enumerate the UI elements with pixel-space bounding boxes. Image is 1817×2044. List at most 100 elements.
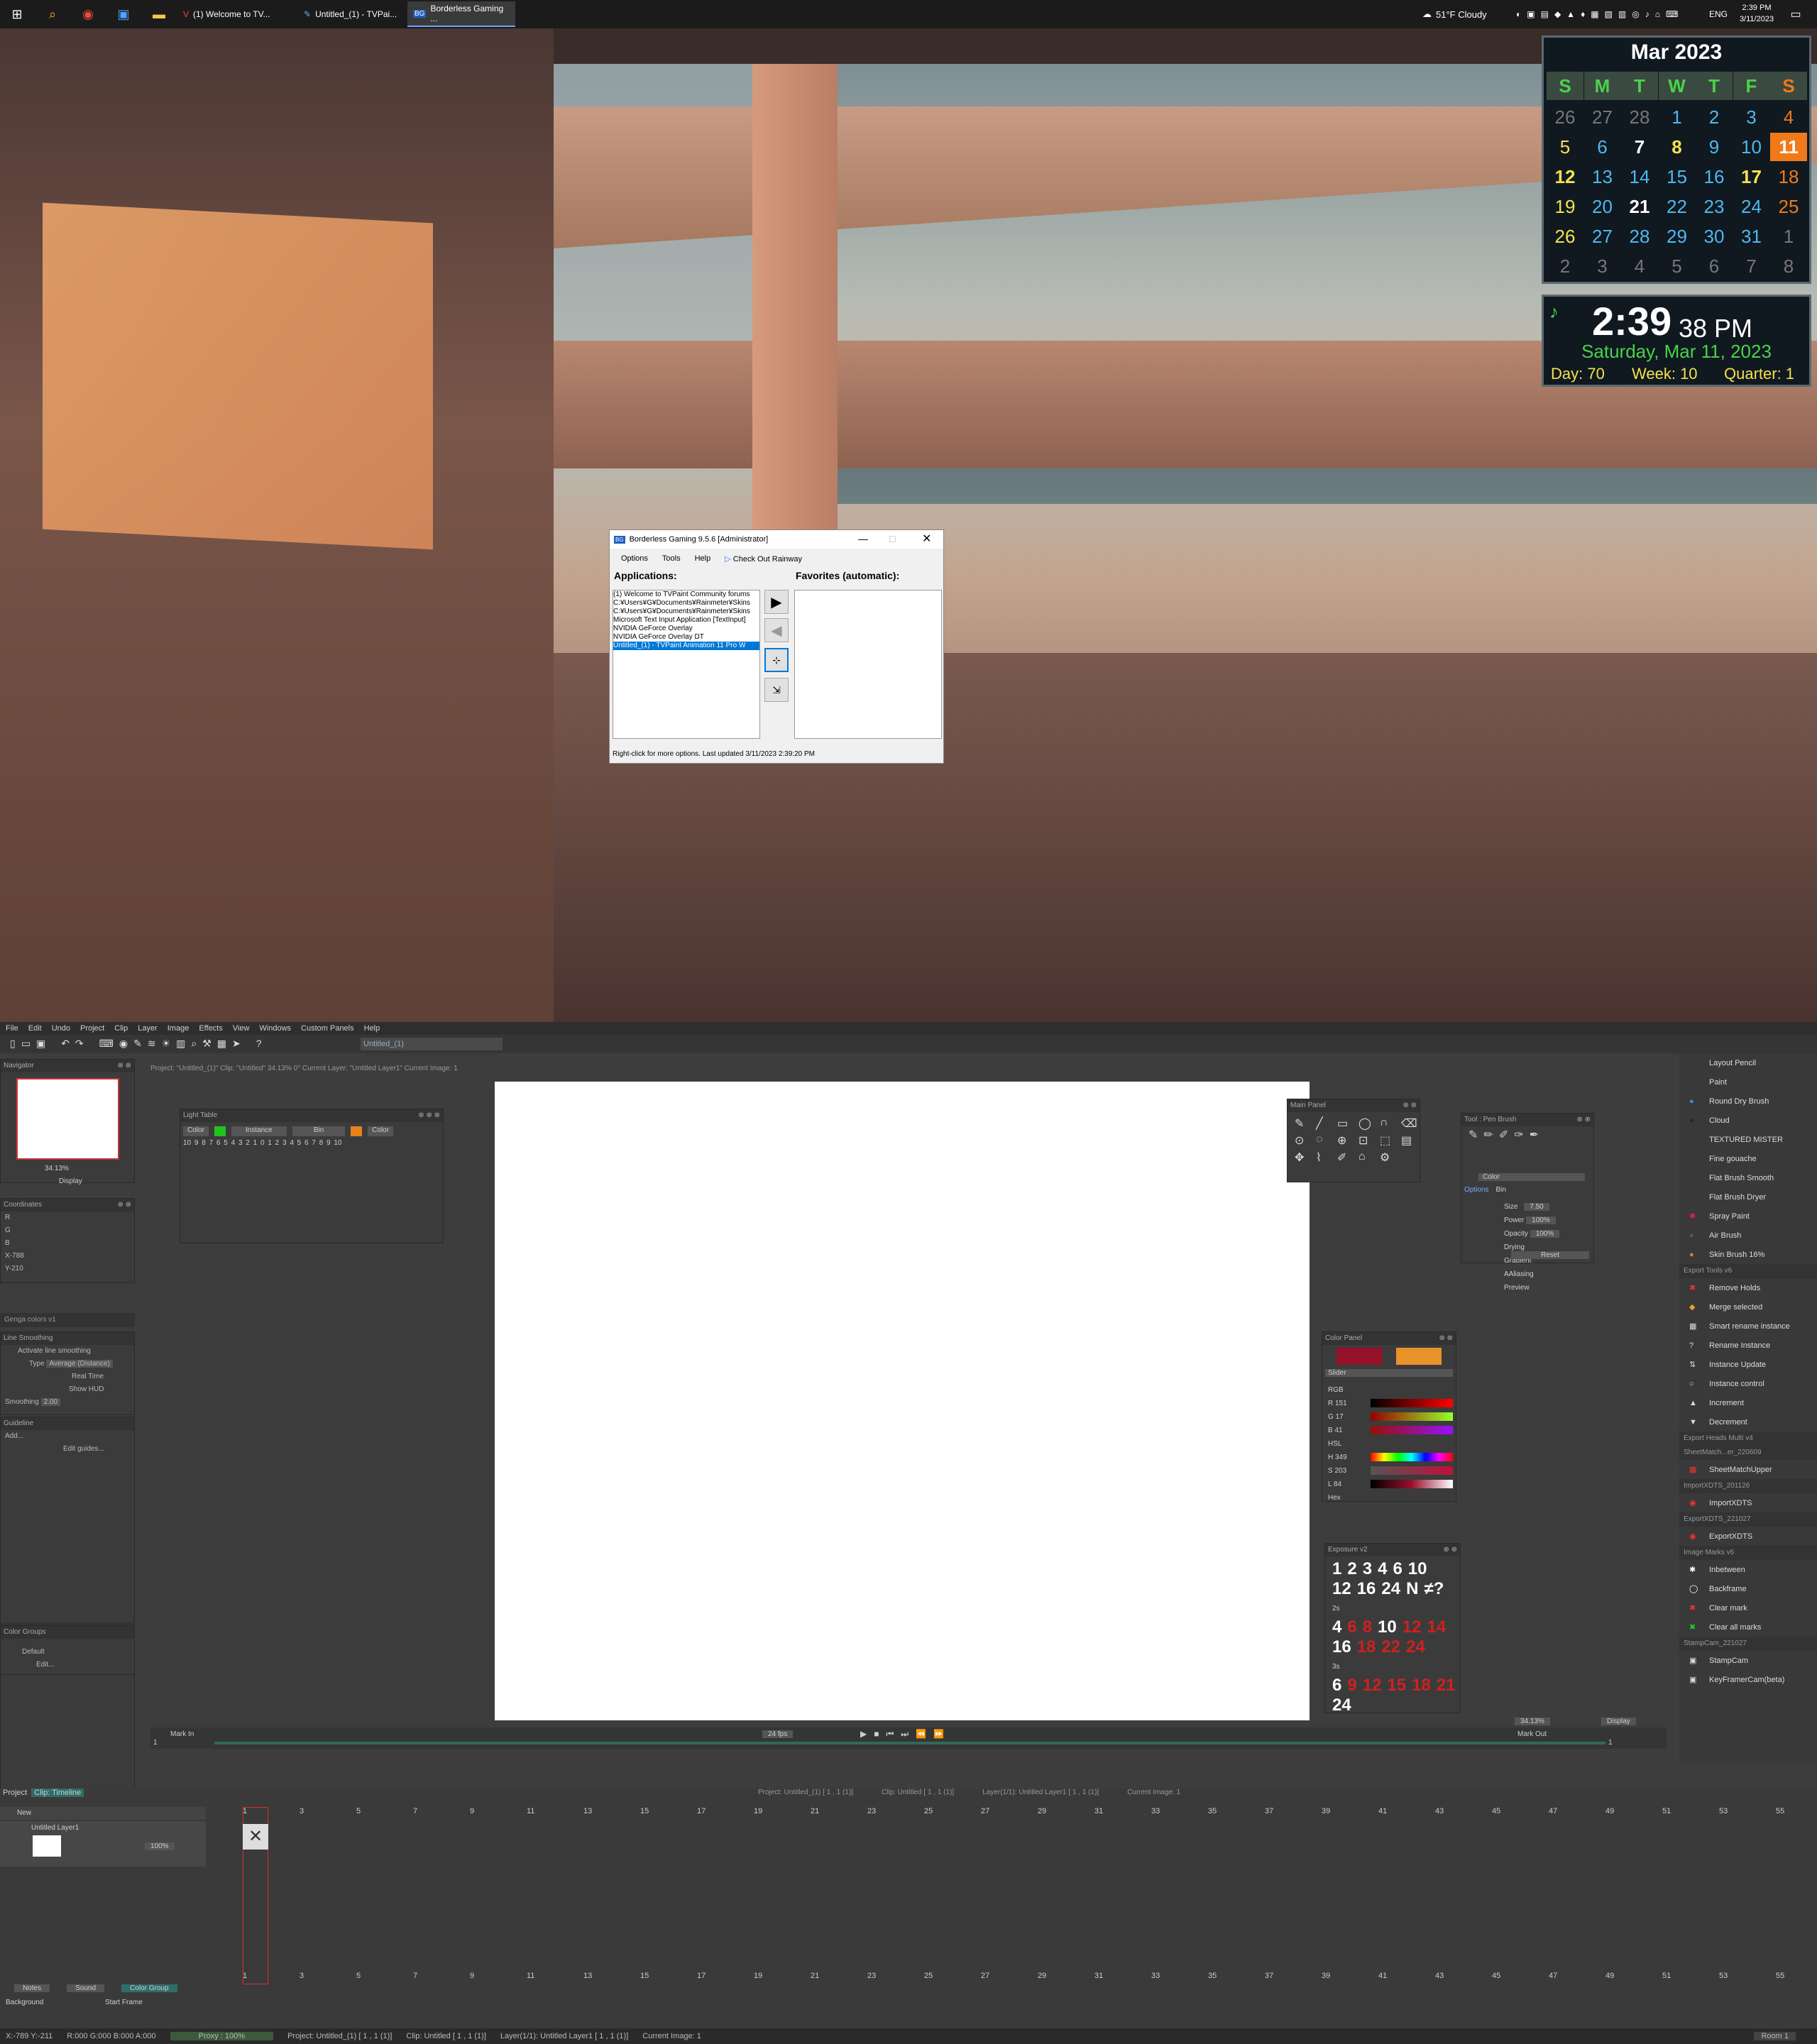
exposure-button[interactable]: 8 <box>1363 1617 1372 1637</box>
tools-icon[interactable]: ⚒ <box>202 1038 212 1050</box>
exposure-button[interactable]: 10 <box>1408 1559 1427 1579</box>
exposure-button[interactable]: 14 <box>1427 1617 1446 1637</box>
brush-preset[interactable]: ● Round Dry Brush <box>1679 1092 1817 1111</box>
frame-number[interactable]: 33 <box>1151 1807 1160 1815</box>
b-value[interactable]: 41 <box>1334 1427 1342 1434</box>
tab-bin[interactable]: Bin <box>1495 1186 1505 1194</box>
lt-bin-dropdown[interactable]: Bin <box>292 1126 346 1136</box>
search-icon[interactable]: ⌕ <box>43 4 62 24</box>
close-icon[interactable]: ✕ <box>922 532 931 546</box>
calendar-day[interactable]: 9 <box>1696 133 1733 161</box>
menu-help[interactable]: Help <box>364 1024 380 1033</box>
calendar-day[interactable]: 21 <box>1621 192 1658 221</box>
exposure-button[interactable]: 3 <box>1363 1559 1372 1579</box>
lt-instance-dropdown[interactable]: Instance <box>231 1126 287 1136</box>
lasso-icon[interactable]: ◌ <box>1316 1133 1334 1148</box>
calendar-day[interactable]: 20 <box>1584 192 1621 221</box>
weather[interactable]: ☁ 51°F Cloudy <box>1422 0 1487 28</box>
calendar-day[interactable]: 6 <box>1584 133 1621 161</box>
favorites-list[interactable] <box>794 590 942 739</box>
type-dropdown[interactable]: Average (Distance) <box>46 1360 113 1368</box>
list-item[interactable]: C:¥Users¥G¥Documents¥Rainmeter¥Skins <box>613 608 759 616</box>
aa-checkbox[interactable]: AAliasing <box>1504 1268 1559 1281</box>
exposure-button[interactable]: 12 <box>1332 1579 1351 1599</box>
calendar-day[interactable]: 27 <box>1584 103 1621 131</box>
display-dropdown[interactable]: Display <box>1601 1718 1636 1725</box>
tab-project[interactable]: Project <box>3 1788 27 1797</box>
frame-number[interactable]: 33 <box>1151 1972 1160 1980</box>
image-mark-button[interactable]: ✱ Inbetween <box>1679 1560 1817 1579</box>
pan-icon[interactable]: ✥ <box>1295 1150 1313 1165</box>
s-slider[interactable] <box>1371 1466 1453 1475</box>
list-item[interactable]: C:¥Users¥G¥Documents¥Rainmeter¥Skins <box>613 599 759 608</box>
lt-color2-dropdown[interactable]: Color <box>368 1126 394 1136</box>
windows-start-icon[interactable]: ⊞ <box>7 4 27 24</box>
exposure-button[interactable]: 16 <box>1357 1579 1376 1599</box>
exposure-button[interactable]: 24 <box>1332 1696 1351 1715</box>
tray-icon[interactable]: ▲ <box>1566 9 1575 19</box>
hud-checkbox[interactable]: Show HUD <box>1 1383 134 1396</box>
frame-number[interactable]: 27 <box>981 1807 989 1815</box>
network-icon[interactable]: ⌂ <box>1655 9 1660 19</box>
exposure-button[interactable]: 2 <box>1347 1559 1356 1579</box>
export-tool-button[interactable]: ? Rename Instance <box>1679 1336 1817 1355</box>
navigator-display[interactable]: Display <box>59 1177 82 1185</box>
primary-color-swatch[interactable] <box>1336 1348 1382 1365</box>
brush-icon[interactable]: ✎ <box>133 1038 142 1050</box>
exposure-button[interactable]: 6 <box>1347 1617 1356 1637</box>
taskbar-clock[interactable]: 2:39 PM 3/11/2023 <box>1732 2 1782 25</box>
exposure-button[interactable]: 1 <box>1332 1559 1341 1579</box>
frame-number[interactable]: 23 <box>867 1807 876 1815</box>
layer-row[interactable]: Untitled Layer1 100% <box>0 1821 206 1867</box>
close-icon[interactable]: ⊗ ⊗ <box>117 1060 131 1072</box>
exposure-button[interactable]: 4 <box>1332 1617 1341 1637</box>
frame-number[interactable]: 39 <box>1322 1972 1330 1980</box>
menu-image[interactable]: Image <box>168 1024 190 1033</box>
calendar-day[interactable]: 1 <box>1770 222 1807 251</box>
frame-number[interactable]: 3 <box>300 1807 304 1815</box>
calendar-day[interactable]: 12 <box>1547 163 1583 191</box>
text-icon[interactable]: ⌇ <box>1316 1150 1334 1165</box>
menu-rainway[interactable]: ▷ Check Out Rainway <box>725 554 802 564</box>
frame-number[interactable]: 41 <box>1378 1972 1387 1980</box>
maximize-icon[interactable]: □ <box>889 533 895 544</box>
exposure-button[interactable]: 18 <box>1357 1637 1376 1657</box>
frame-number[interactable]: 15 <box>640 1972 649 1980</box>
start-frame-dropdown[interactable]: Start Frame <box>105 1999 143 2006</box>
zoom-field[interactable]: 34.13% <box>1515 1718 1550 1725</box>
settings-icon[interactable]: ⚙ <box>1380 1150 1398 1165</box>
menu-windows[interactable]: Windows <box>259 1024 291 1033</box>
exposure-button[interactable]: 21 <box>1437 1676 1456 1696</box>
tray-icon[interactable]: ▧ <box>1605 9 1613 19</box>
calendar-day[interactable]: 3 <box>1584 252 1621 280</box>
bucket-icon[interactable]: ⌂ <box>1358 1150 1377 1165</box>
task-tvpaint-forum[interactable]: V (1) Welcome to TV... <box>177 1 291 27</box>
zoom-icon[interactable]: ⌕ <box>191 1038 197 1050</box>
frame-number[interactable]: 27 <box>981 1972 989 1980</box>
calendar-day[interactable]: 16 <box>1696 163 1733 191</box>
list-item[interactable]: Microsoft Text Input Application [TextIn… <box>613 616 759 625</box>
export-tool-button[interactable]: ▼ Decrement <box>1679 1412 1817 1432</box>
exposure-button[interactable]: 6 <box>1332 1676 1341 1696</box>
frame-number[interactable]: 11 <box>527 1972 534 1980</box>
keyboard-icon[interactable]: ⌨ <box>99 1038 114 1050</box>
menu-custom-panels[interactable]: Custom Panels <box>301 1024 354 1033</box>
calendar-day[interactable]: 4 <box>1621 252 1658 280</box>
close-icon[interactable]: ⊗ ⊗ <box>1443 1544 1457 1556</box>
frame-number[interactable]: 7 <box>413 1972 417 1980</box>
calendar-day[interactable]: 28 <box>1621 103 1658 131</box>
calendar-day[interactable]: 11 <box>1770 133 1807 161</box>
brush-preset[interactable]: ● Skin Brush 16% <box>1679 1245 1817 1264</box>
mark-out[interactable]: Mark Out <box>1517 1730 1547 1738</box>
task-borderless-gaming[interactable]: BG Borderless Gaming ... <box>407 1 515 27</box>
add-favorite-button[interactable]: ▶ <box>764 590 789 614</box>
size-field[interactable]: 7.50 <box>1524 1203 1549 1211</box>
calendar-day[interactable]: 6 <box>1696 252 1733 280</box>
power-field[interactable]: 100% <box>1526 1216 1556 1224</box>
calendar-day[interactable]: 2 <box>1547 252 1583 280</box>
exposure-button[interactable]: ≠? <box>1424 1579 1444 1599</box>
frame-number[interactable]: 53 <box>1719 1807 1728 1815</box>
pencil-icon[interactable]: ✏ <box>1483 1128 1493 1142</box>
eraser-icon[interactable]: ⌫ <box>1401 1116 1420 1131</box>
h-slider[interactable] <box>1371 1453 1453 1461</box>
